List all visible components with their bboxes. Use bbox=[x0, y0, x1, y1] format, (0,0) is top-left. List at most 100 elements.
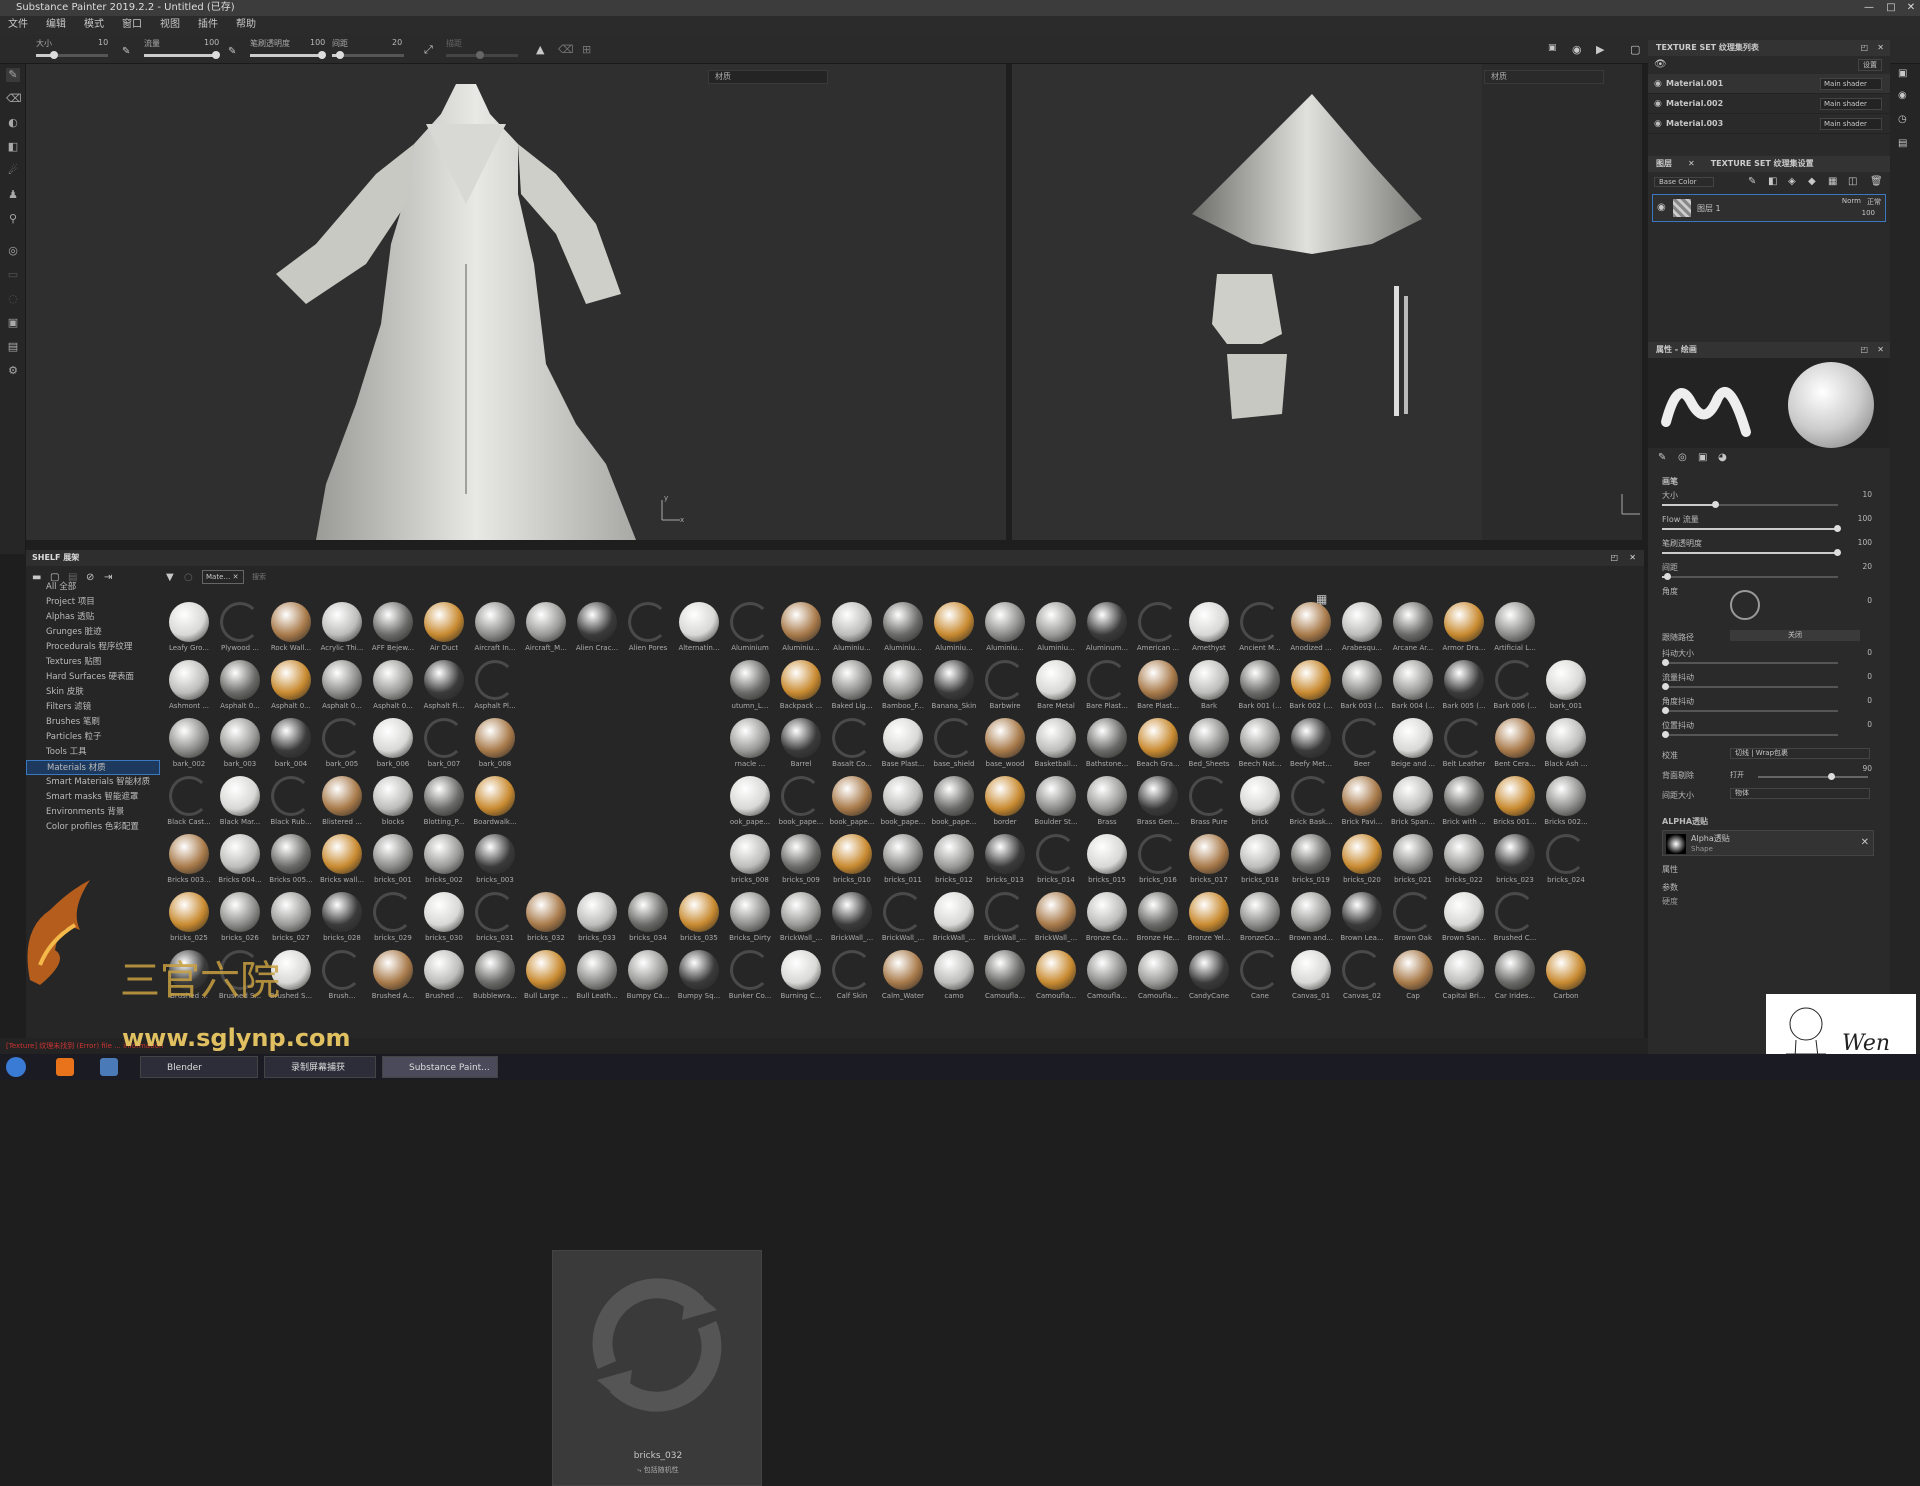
display-settings-icon[interactable]: ▣ bbox=[1548, 43, 1557, 53]
shelf-category-item[interactable]: Smart Materials 智能材质 bbox=[26, 775, 160, 790]
close-icon[interactable]: ✕ bbox=[1900, 0, 1920, 16]
particles-tab-icon[interactable]: ◕ bbox=[1718, 452, 1727, 463]
flow-slider[interactable] bbox=[1662, 525, 1841, 532]
shelf-material-item[interactable]: Car Irides... bbox=[1490, 948, 1540, 1006]
float-icon[interactable]: ◰ bbox=[1860, 342, 1868, 358]
close-icon[interactable]: ✕ bbox=[1877, 40, 1884, 56]
shelf-category-item[interactable]: Brushes 笔刷 bbox=[26, 715, 160, 730]
shelf-material-item[interactable]: Bull Leath... bbox=[572, 948, 622, 1006]
shelf-material-item[interactable]: bricks_013 bbox=[980, 832, 1030, 890]
shelf-material-item[interactable]: border bbox=[980, 774, 1030, 832]
shelf-material-item[interactable]: Brushed ... bbox=[164, 948, 214, 1006]
shelf-material-item[interactable]: Bricks 005... bbox=[266, 832, 316, 890]
shelf-material-item[interactable]: bricks_024 bbox=[1541, 832, 1591, 890]
shelf-material-item[interactable]: bricks_029 bbox=[368, 890, 418, 948]
shelf-material-item[interactable]: Barbwire bbox=[980, 658, 1030, 716]
shelf-material-item[interactable]: Aluminium bbox=[725, 600, 775, 658]
shelf-material-item[interactable]: bark_004 bbox=[266, 716, 316, 774]
shelf-material-item[interactable]: Boardwalk... bbox=[470, 774, 520, 832]
camera-icon[interactable]: ▶ bbox=[1596, 43, 1604, 56]
jitter-flow-value[interactable]: 0 bbox=[1867, 672, 1872, 681]
shelf-material-item[interactable]: Alternatin... bbox=[674, 600, 724, 658]
add-layer-icon[interactable]: ◆ bbox=[1808, 176, 1816, 187]
shelf-material-item[interactable]: Beefy Met... bbox=[1286, 716, 1336, 774]
shelf-material-item[interactable]: Beach Gra... bbox=[1133, 716, 1183, 774]
shelf-material-item[interactable]: Bark bbox=[1184, 658, 1234, 716]
shelf-material-item[interactable]: Aircraft_M... bbox=[521, 600, 571, 658]
shelf-material-item[interactable]: Bricks_Dirty bbox=[725, 890, 775, 948]
shelf-material-item[interactable]: Black Mar... bbox=[215, 774, 265, 832]
jitter-pos-value[interactable]: 0 bbox=[1867, 720, 1872, 729]
shelf-category-item[interactable]: Grunges 脏迹 bbox=[26, 625, 160, 640]
opacity-slider[interactable] bbox=[1662, 549, 1841, 556]
shelf-material-item[interactable]: Bark 005 (... bbox=[1439, 658, 1489, 716]
shelf-material-item[interactable]: BrickWall_... bbox=[878, 890, 928, 948]
shelf-material-item[interactable]: CandyCane bbox=[1184, 948, 1234, 1006]
menu-file[interactable]: 文件 bbox=[8, 16, 28, 34]
eye-icon[interactable]: 👁 bbox=[1654, 59, 1667, 70]
eraser-icon[interactable]: ⌫ bbox=[6, 92, 22, 106]
history-icon[interactable]: ◷ bbox=[1898, 114, 1907, 125]
shelf-category-item[interactable]: Skin 皮肤 bbox=[26, 685, 160, 700]
texture-set-row[interactable]: ◉ Material.003 Main shader bbox=[1648, 114, 1890, 134]
clone-stamp-icon[interactable]: ♟ bbox=[6, 188, 20, 202]
shelf-material-item[interactable]: bricks_023 bbox=[1490, 832, 1540, 890]
shader-dropdown[interactable]: Main shader bbox=[1820, 78, 1882, 90]
spacing-slider[interactable] bbox=[332, 51, 404, 59]
shelf-material-item[interactable]: book_pape... bbox=[929, 774, 979, 832]
shelf-material-item[interactable]: Bricks 001... bbox=[1490, 774, 1540, 832]
pen-pressure-icon[interactable]: ✎ bbox=[228, 46, 236, 57]
shelf-material-item[interactable]: Aluminiu... bbox=[776, 600, 826, 658]
stencil-tab-icon[interactable]: ▣ bbox=[1698, 452, 1707, 463]
shelf-material-item[interactable]: book_pape... bbox=[776, 774, 826, 832]
shelf-material-item[interactable]: Brown Lea... bbox=[1337, 890, 1387, 948]
shelf-material-item[interactable]: Aircraft In... bbox=[470, 600, 520, 658]
shelf-material-item[interactable]: Aluminum... bbox=[1082, 600, 1132, 658]
render-icon[interactable]: ◉ bbox=[1572, 43, 1582, 56]
shelf-material-item[interactable]: BrickWall_... bbox=[929, 890, 979, 948]
opacity-value[interactable]: 100 bbox=[1858, 538, 1872, 547]
shelf-material-item[interactable]: Bumpy Sq... bbox=[674, 948, 724, 1006]
shelf-material-item[interactable]: bricks_032 bbox=[521, 890, 571, 948]
shelf-category-item[interactable]: Project 项目 bbox=[26, 595, 160, 610]
shelf-material-item[interactable]: Brown San... bbox=[1439, 890, 1489, 948]
projection-icon[interactable]: ◐ bbox=[6, 116, 20, 130]
shelf-material-item[interactable]: Black Cast... bbox=[164, 774, 214, 832]
material-tab-icon[interactable]: ◎ bbox=[1678, 452, 1687, 463]
layer-row[interactable]: ◉ 图层 1 Norm 正常 100 bbox=[1652, 194, 1886, 222]
menu-view[interactable]: 视图 bbox=[160, 16, 180, 34]
shelf-material-item[interactable]: BrickWall_... bbox=[1031, 890, 1081, 948]
shelf-category-item[interactable]: Filters 滤镜 bbox=[26, 700, 160, 715]
log-icon[interactable]: ▤ bbox=[1898, 138, 1907, 149]
shelf-material-item[interactable]: Carbon bbox=[1541, 948, 1591, 1006]
shelf-material-item[interactable]: Brass Gen... bbox=[1133, 774, 1183, 832]
shelf-category-item[interactable]: Particles 粒子 bbox=[26, 730, 160, 745]
backface-value[interactable]: 90 bbox=[1862, 764, 1872, 773]
alpha-slot[interactable]: Alpha透贴 Shape ✕ bbox=[1662, 830, 1874, 856]
shelf-material-item[interactable]: Beige and ... bbox=[1388, 716, 1438, 774]
minimize-icon[interactable]: — bbox=[1858, 0, 1880, 16]
shelf-material-item[interactable]: Calf Skin bbox=[827, 948, 877, 1006]
shelf-material-item[interactable]: base_shield bbox=[929, 716, 979, 774]
shelf-material-item[interactable]: camo bbox=[929, 948, 979, 1006]
shelf-category-item[interactable]: Environments 背景 bbox=[26, 805, 160, 820]
backface-slider[interactable] bbox=[1758, 773, 1868, 780]
shelf-material-item[interactable]: Black Rub... bbox=[266, 774, 316, 832]
shelf-material-item[interactable]: Air Duct bbox=[419, 600, 469, 658]
shelf-material-item[interactable]: Aluminiu... bbox=[878, 600, 928, 658]
shelf-material-item[interactable]: Bricks 002... bbox=[1541, 774, 1591, 832]
backface-toggle[interactable]: 打开 bbox=[1730, 770, 1744, 780]
shelf-material-item[interactable]: Bent Cera... bbox=[1490, 716, 1540, 774]
shelf-material-item[interactable]: bricks_014 bbox=[1031, 832, 1081, 890]
settings-dropdown[interactable]: 设置 bbox=[1858, 59, 1882, 71]
shelf-material-item[interactable]: bark_005 bbox=[317, 716, 367, 774]
polygon-fill-icon[interactable]: ◧ bbox=[6, 140, 20, 154]
blend-mode[interactable]: Norm bbox=[1842, 197, 1861, 205]
shelf-material-item[interactable]: Blotting_P... bbox=[419, 774, 469, 832]
shelf-material-item[interactable]: Brushed S... bbox=[215, 948, 265, 1006]
shelf-material-item[interactable]: Asphalt Fi... bbox=[419, 658, 469, 716]
filter-tab[interactable]: Mate… ✕ bbox=[202, 570, 244, 584]
shelf-material-item[interactable]: Brown and... bbox=[1286, 890, 1336, 948]
shelf-material-item[interactable]: BrickWall_... bbox=[980, 890, 1030, 948]
shelf-material-item[interactable]: Brushed C... bbox=[1490, 890, 1540, 948]
